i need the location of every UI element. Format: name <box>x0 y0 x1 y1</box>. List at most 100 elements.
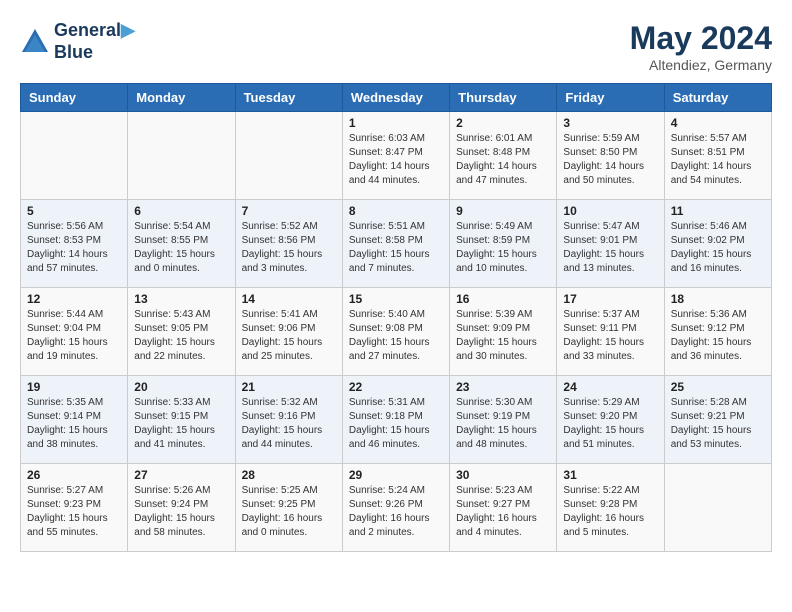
day-number: 10 <box>563 204 657 218</box>
day-number: 13 <box>134 292 228 306</box>
day-number: 28 <box>242 468 336 482</box>
day-info: Sunrise: 5:35 AM Sunset: 9:14 PM Dayligh… <box>27 396 121 452</box>
day-info: Sunrise: 5:33 AM Sunset: 9:15 PM Dayligh… <box>134 396 228 452</box>
month-title: May 2024 <box>630 20 772 57</box>
day-info: Sunrise: 5:47 AM Sunset: 9:01 PM Dayligh… <box>563 220 657 276</box>
calendar-cell: 16 Sunrise: 5:39 AM Sunset: 9:09 PM Dayli… <box>450 288 557 376</box>
calendar-cell: 2Sunrise: 6:01 AM Sunset: 8:48 PM Daylig… <box>450 112 557 200</box>
logo-icon <box>20 27 50 57</box>
calendar-cell: 7Sunrise: 5:52 AM Sunset: 8:56 PM Daylig… <box>235 200 342 288</box>
day-info: Sunrise: 5:24 AM Sunset: 9:26 PM Dayligh… <box>349 484 443 540</box>
logo: General▶ Blue <box>20 20 135 63</box>
day-number: 24 <box>563 380 657 394</box>
day-info: Sunrise: 5:26 AM Sunset: 9:24 PM Dayligh… <box>134 484 228 540</box>
day-number: 30 <box>456 468 550 482</box>
calendar-cell: 6 Sunrise: 5:54 AM Sunset: 8:55 PM Daylig… <box>128 200 235 288</box>
week-row-5: 26Sunrise: 5:27 AM Sunset: 9:23 PM Dayli… <box>21 464 772 552</box>
day-number: 17 <box>563 292 657 306</box>
weekday-wednesday: Wednesday <box>342 84 449 112</box>
calendar-cell: 19 Sunrise: 5:35 AM Sunset: 9:14 PM Dayli… <box>21 376 128 464</box>
day-info: Sunrise: 5:23 AM Sunset: 9:27 PM Dayligh… <box>456 484 550 540</box>
day-info: Sunrise: 5:49 AM Sunset: 8:59 PM Dayligh… <box>456 220 550 276</box>
day-info: Sunrise: 5:36 AM Sunset: 9:12 PM Dayligh… <box>671 308 765 364</box>
calendar-cell: 4 Sunrise: 5:57 AM Sunset: 8:51 PM Daylig… <box>664 112 771 200</box>
day-number: 8 <box>349 204 443 218</box>
day-info: Sunrise: 5:59 AM Sunset: 8:50 PM Dayligh… <box>563 132 657 188</box>
calendar-cell: 15 Sunrise: 5:40 AM Sunset: 9:08 PM Dayli… <box>342 288 449 376</box>
calendar-cell: 13 Sunrise: 5:43 AM Sunset: 9:05 PM Dayli… <box>128 288 235 376</box>
day-number: 19 <box>27 380 121 394</box>
day-info: Sunrise: 5:27 AM Sunset: 9:23 PM Dayligh… <box>27 484 121 540</box>
day-info: Sunrise: 5:22 AM Sunset: 9:28 PM Dayligh… <box>563 484 657 540</box>
calendar-cell: 30 Sunrise: 5:23 AM Sunset: 9:27 PM Dayli… <box>450 464 557 552</box>
day-number: 20 <box>134 380 228 394</box>
day-info: Sunrise: 6:03 AM Sunset: 8:47 PM Dayligh… <box>349 132 443 188</box>
day-info: Sunrise: 5:46 AM Sunset: 9:02 PM Dayligh… <box>671 220 765 276</box>
calendar-cell: 10 Sunrise: 5:47 AM Sunset: 9:01 PM Dayli… <box>557 200 664 288</box>
day-info: Sunrise: 5:57 AM Sunset: 8:51 PM Dayligh… <box>671 132 765 188</box>
weekday-tuesday: Tuesday <box>235 84 342 112</box>
day-number: 12 <box>27 292 121 306</box>
day-number: 9 <box>456 204 550 218</box>
day-number: 4 <box>671 116 765 130</box>
day-number: 27 <box>134 468 228 482</box>
calendar-cell: 21 Sunrise: 5:32 AM Sunset: 9:16 PM Dayli… <box>235 376 342 464</box>
day-info: Sunrise: 5:54 AM Sunset: 8:55 PM Dayligh… <box>134 220 228 276</box>
calendar-cell: 20 Sunrise: 5:33 AM Sunset: 9:15 PM Dayli… <box>128 376 235 464</box>
calendar-cell: 12Sunrise: 5:44 AM Sunset: 9:04 PM Dayli… <box>21 288 128 376</box>
calendar-cell: 9 Sunrise: 5:49 AM Sunset: 8:59 PM Daylig… <box>450 200 557 288</box>
day-number: 25 <box>671 380 765 394</box>
weekday-saturday: Saturday <box>664 84 771 112</box>
calendar-cell <box>235 112 342 200</box>
weekday-monday: Monday <box>128 84 235 112</box>
day-info: Sunrise: 5:43 AM Sunset: 9:05 PM Dayligh… <box>134 308 228 364</box>
day-number: 29 <box>349 468 443 482</box>
location: Altendiez, Germany <box>630 57 772 73</box>
day-number: 6 <box>134 204 228 218</box>
calendar-cell: 28 Sunrise: 5:25 AM Sunset: 9:25 PM Dayli… <box>235 464 342 552</box>
title-area: May 2024 Altendiez, Germany <box>630 20 772 73</box>
weekday-sunday: Sunday <box>21 84 128 112</box>
day-number: 23 <box>456 380 550 394</box>
day-number: 18 <box>671 292 765 306</box>
calendar-header: SundayMondayTuesdayWednesdayThursdayFrid… <box>21 84 772 112</box>
calendar-cell: 24Sunrise: 5:29 AM Sunset: 9:20 PM Dayli… <box>557 376 664 464</box>
day-info: Sunrise: 5:37 AM Sunset: 9:11 PM Dayligh… <box>563 308 657 364</box>
day-info: Sunrise: 5:31 AM Sunset: 9:18 PM Dayligh… <box>349 396 443 452</box>
weekday-thursday: Thursday <box>450 84 557 112</box>
day-number: 21 <box>242 380 336 394</box>
weekday-friday: Friday <box>557 84 664 112</box>
logo-text: General▶ Blue <box>54 20 135 63</box>
calendar-cell: 26Sunrise: 5:27 AM Sunset: 9:23 PM Dayli… <box>21 464 128 552</box>
calendar-cell: 25 Sunrise: 5:28 AM Sunset: 9:21 PM Dayli… <box>664 376 771 464</box>
day-info: Sunrise: 5:40 AM Sunset: 9:08 PM Dayligh… <box>349 308 443 364</box>
calendar-cell: 17 Sunrise: 5:37 AM Sunset: 9:11 PM Dayli… <box>557 288 664 376</box>
calendar-cell: 8 Sunrise: 5:51 AM Sunset: 8:58 PM Daylig… <box>342 200 449 288</box>
calendar-cell <box>664 464 771 552</box>
calendar-cell: 5 Sunrise: 5:56 AM Sunset: 8:53 PM Daylig… <box>21 200 128 288</box>
day-number: 16 <box>456 292 550 306</box>
day-number: 15 <box>349 292 443 306</box>
day-number: 22 <box>349 380 443 394</box>
day-info: Sunrise: 5:56 AM Sunset: 8:53 PM Dayligh… <box>27 220 121 276</box>
day-info: Sunrise: 6:01 AM Sunset: 8:48 PM Dayligh… <box>456 132 550 188</box>
day-info: Sunrise: 5:39 AM Sunset: 9:09 PM Dayligh… <box>456 308 550 364</box>
day-info: Sunrise: 5:25 AM Sunset: 9:25 PM Dayligh… <box>242 484 336 540</box>
day-number: 5 <box>27 204 121 218</box>
calendar-table: SundayMondayTuesdayWednesdayThursdayFrid… <box>20 83 772 552</box>
day-info: Sunrise: 5:32 AM Sunset: 9:16 PM Dayligh… <box>242 396 336 452</box>
calendar-cell: 23 Sunrise: 5:30 AM Sunset: 9:19 PM Dayli… <box>450 376 557 464</box>
day-info: Sunrise: 5:52 AM Sunset: 8:56 PM Dayligh… <box>242 220 336 276</box>
day-info: Sunrise: 5:30 AM Sunset: 9:19 PM Dayligh… <box>456 396 550 452</box>
calendar-cell: 1 Sunrise: 6:03 AM Sunset: 8:47 PM Daylig… <box>342 112 449 200</box>
day-info: Sunrise: 5:28 AM Sunset: 9:21 PM Dayligh… <box>671 396 765 452</box>
calendar-cell: 22 Sunrise: 5:31 AM Sunset: 9:18 PM Dayli… <box>342 376 449 464</box>
weekday-header-row: SundayMondayTuesdayWednesdayThursdayFrid… <box>21 84 772 112</box>
calendar-cell: 11Sunrise: 5:46 AM Sunset: 9:02 PM Dayli… <box>664 200 771 288</box>
week-row-4: 19 Sunrise: 5:35 AM Sunset: 9:14 PM Dayli… <box>21 376 772 464</box>
day-number: 1 <box>349 116 443 130</box>
day-info: Sunrise: 5:51 AM Sunset: 8:58 PM Dayligh… <box>349 220 443 276</box>
calendar-cell: 31Sunrise: 5:22 AM Sunset: 9:28 PM Dayli… <box>557 464 664 552</box>
calendar-cell: 14Sunrise: 5:41 AM Sunset: 9:06 PM Dayli… <box>235 288 342 376</box>
calendar-cell: 29 Sunrise: 5:24 AM Sunset: 9:26 PM Dayli… <box>342 464 449 552</box>
